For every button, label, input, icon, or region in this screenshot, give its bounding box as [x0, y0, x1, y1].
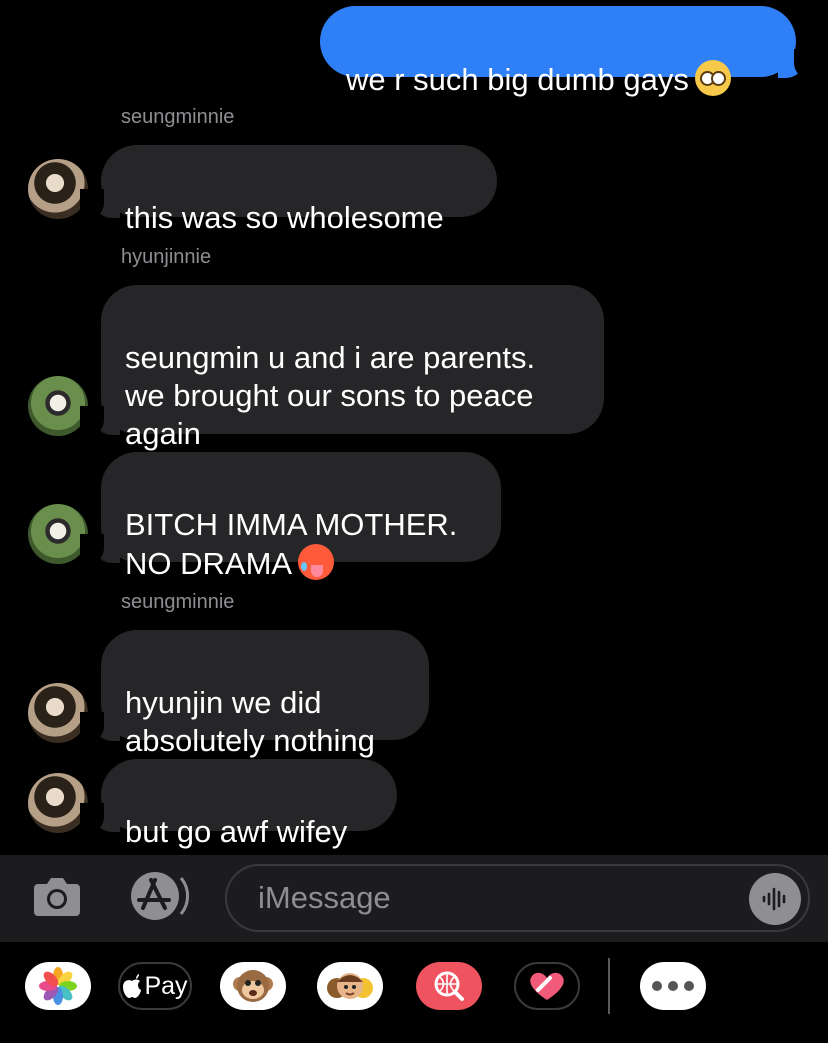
- incoming-bubble-tail: [80, 406, 120, 436]
- apple-pay-text: Pay: [144, 971, 188, 1000]
- heart-icon: [530, 972, 564, 1000]
- incoming-message-text: this was so wholesome: [125, 200, 444, 235]
- camera-icon[interactable]: [32, 874, 82, 918]
- sender-name: hyunjinnie: [121, 246, 212, 268]
- outgoing-bubble-tail: [778, 49, 818, 79]
- apple-logo-icon: [123, 974, 142, 998]
- photos-flower-icon: [39, 967, 77, 1005]
- more-dots-icon: [640, 962, 706, 1010]
- incoming-message-text: BITCH IMMA MOTHER. NO DRAMA: [125, 507, 458, 581]
- incoming-message-text: hyunjin we did absolutely nothing: [125, 685, 375, 758]
- avatar-hyunjinnie[interactable]: [28, 376, 88, 436]
- message-input-placeholder: iMessage: [258, 880, 391, 915]
- incoming-message-bubble[interactable]: this was so wholesome: [101, 145, 497, 235]
- app-store-icon[interactable]: [125, 870, 189, 922]
- incoming-message-bubble[interactable]: hyunjin we did absolutely nothing: [101, 630, 429, 758]
- incoming-bubble-tail: [80, 189, 120, 219]
- apps-strip-divider: [608, 958, 610, 1014]
- incoming-message-bubble[interactable]: seungmin u and i are parents. we brought…: [101, 285, 604, 451]
- apple-pay-label: Pay: [120, 964, 190, 1008]
- avatar-seungminnie[interactable]: [28, 159, 88, 219]
- apple-pay-app[interactable]: Pay: [118, 962, 192, 1010]
- images-search-app[interactable]: [416, 962, 482, 1010]
- monkey-icon: [233, 970, 273, 1002]
- incoming-bubble-tail: [80, 712, 120, 742]
- digital-touch-app[interactable]: [514, 962, 580, 1010]
- avatar-hyunjinnie[interactable]: [28, 504, 88, 564]
- hot-face-emoji: [298, 544, 335, 580]
- outgoing-message-bubble[interactable]: we r such big dumb gays: [320, 6, 796, 97]
- sender-name: seungminnie: [121, 591, 235, 613]
- animoji-app[interactable]: [220, 962, 286, 1010]
- waveform-icon: [762, 887, 786, 911]
- incoming-bubble-tail: [80, 534, 120, 564]
- message-thread: we r such big dumb gays seungminnie this…: [0, 0, 828, 855]
- globe-search-icon: [434, 971, 464, 1001]
- photos-app[interactable]: [25, 962, 91, 1010]
- incoming-bubble-tail: [80, 803, 120, 833]
- incoming-message-bubble[interactable]: but go awf wifey: [101, 759, 397, 849]
- memoji-stickers-app[interactable]: [317, 962, 383, 1010]
- pleading-face-emoji: [694, 60, 731, 96]
- avatar-seungminnie[interactable]: [28, 773, 88, 833]
- memoji-icon: [327, 973, 373, 999]
- audio-message-button[interactable]: [749, 873, 801, 925]
- sender-name: seungminnie: [121, 106, 235, 128]
- more-apps-button[interactable]: [640, 962, 706, 1010]
- avatar-seungminnie[interactable]: [28, 683, 88, 743]
- incoming-message-bubble[interactable]: BITCH IMMA MOTHER. NO DRAMA: [101, 452, 501, 581]
- outgoing-message-text: we r such big dumb gays: [346, 62, 689, 97]
- incoming-message-text: but go awf wifey: [125, 814, 348, 849]
- incoming-message-text: seungmin u and i are parents. we brought…: [125, 340, 536, 451]
